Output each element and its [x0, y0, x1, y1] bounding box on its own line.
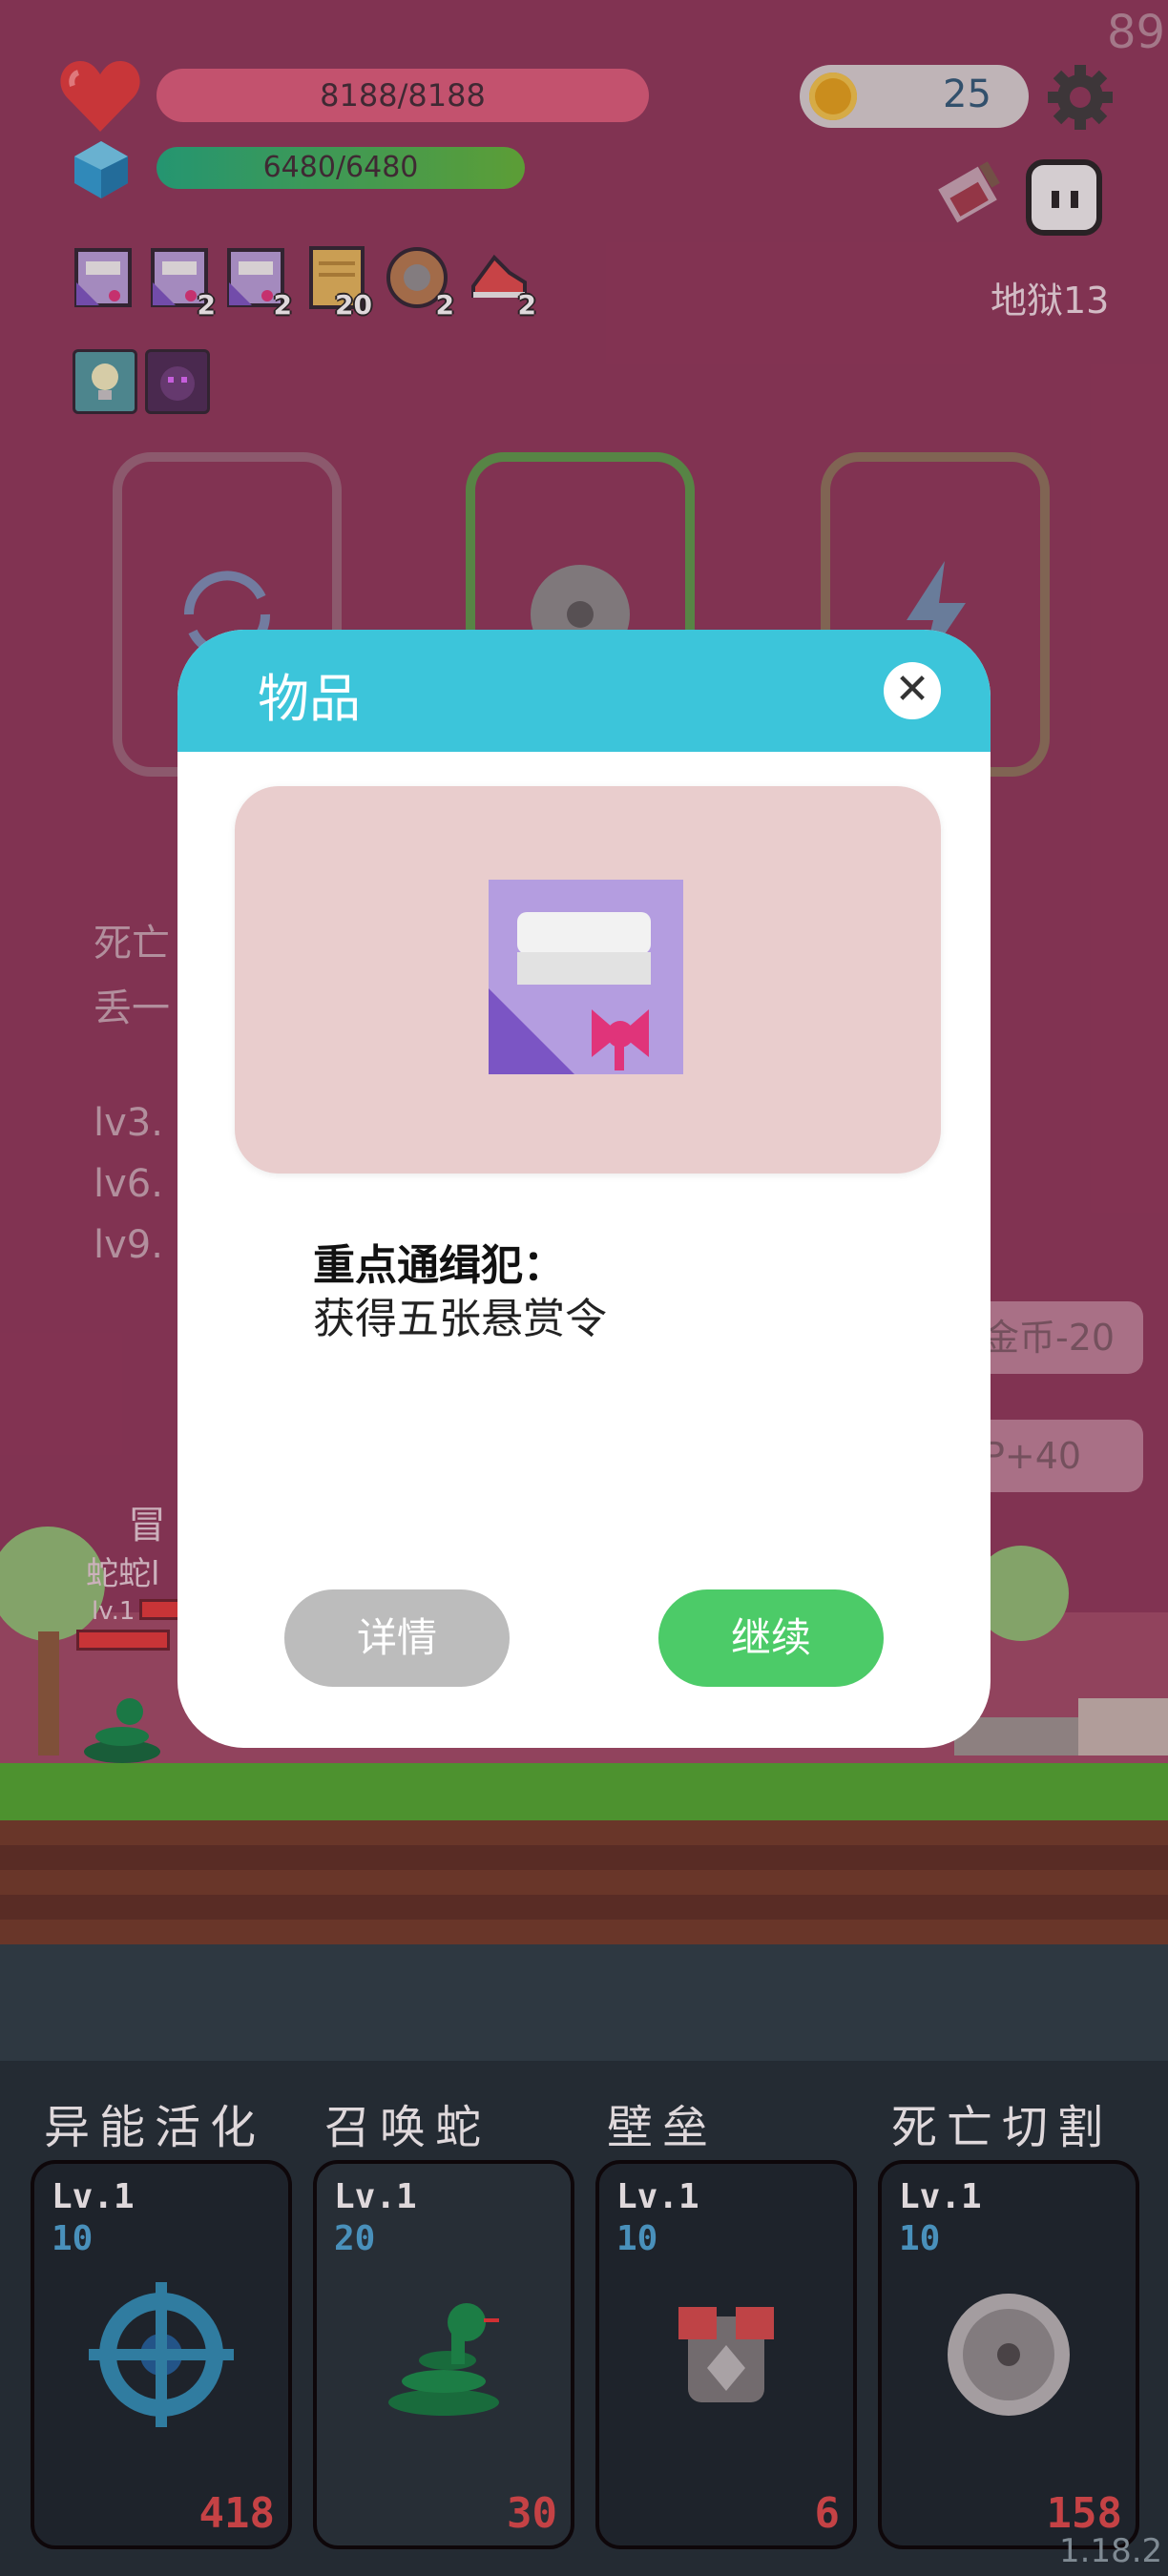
close-button[interactable]: ✕: [884, 662, 941, 719]
close-icon: ✕: [894, 665, 930, 714]
item-name: 重点通缉犯：: [313, 1241, 565, 1290]
dialog-header: 物品 ✕: [177, 630, 991, 752]
continue-button[interactable]: 继续: [658, 1589, 884, 1687]
detail-button[interactable]: 详情: [284, 1589, 510, 1687]
game-stage: 89 8188/8188 6480/6480 25 地狱13 2 2 20 2 …: [0, 0, 1168, 2576]
item-preview: [235, 786, 941, 1174]
dialog-title: 物品: [258, 669, 361, 729]
item-dialog: 物品 ✕ 重点通缉犯： 获得五张悬赏令 详情 继续: [177, 630, 991, 1748]
bounty-scroll-icon: [485, 876, 695, 1076]
item-description: 获得五张悬赏令: [313, 1295, 607, 1343]
